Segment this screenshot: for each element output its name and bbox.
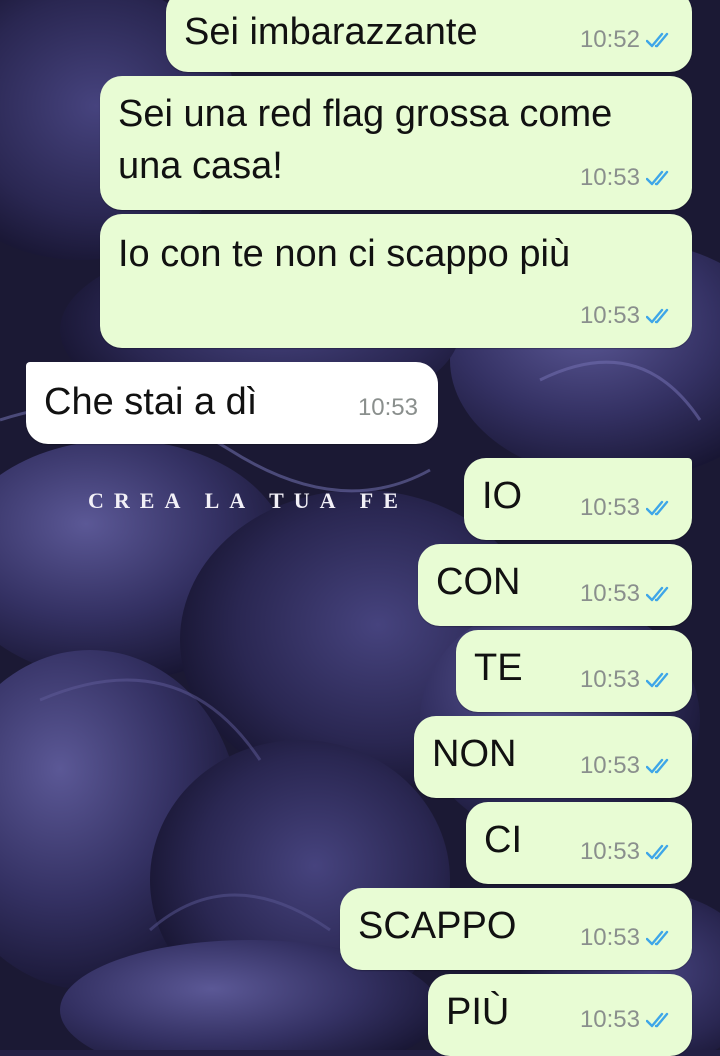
message-time: 10:53 — [579, 924, 640, 951]
message-bubble-outgoing[interactable]: TE 10:53 — [456, 630, 692, 712]
double-check-read-icon — [646, 32, 669, 48]
message-meta: 10:53 — [580, 828, 676, 876]
double-check-read-icon — [646, 586, 669, 602]
message-text: IO — [482, 475, 523, 517]
message-meta: 10:53 — [580, 570, 676, 618]
double-check-read-icon — [646, 672, 669, 688]
message-text-line-2: una casa! — [118, 145, 283, 187]
message-text: Io con te non ci scappo più — [118, 233, 571, 275]
message-time: 10:53 — [357, 394, 418, 421]
message-bubble-outgoing[interactable]: CI 10:53 — [466, 802, 692, 884]
message-meta: 10:53 — [580, 996, 676, 1044]
message-bubble-outgoing[interactable]: Sei imbarazzante 10:52 — [166, 0, 692, 72]
message-text: CI — [484, 819, 522, 861]
message-text: TE — [474, 647, 523, 689]
message-bubble-outgoing[interactable]: NON 10:53 — [414, 716, 692, 798]
message-meta: 10:53 — [580, 292, 676, 340]
message-text: Che stai a dì — [44, 381, 258, 423]
message-text: SCAPPO — [358, 905, 517, 947]
wallpaper-watermark-text: CREA LA TUA FE — [88, 488, 408, 513]
message-meta: 10:53 — [358, 384, 418, 432]
double-check-read-icon — [646, 844, 669, 860]
message-text: PIÙ — [446, 991, 510, 1033]
message-meta: 10:52 — [580, 16, 676, 64]
message-bubble-incoming[interactable]: Che stai a dì 10:53 — [26, 362, 438, 444]
message-bubble-outgoing[interactable]: SCAPPO 10:53 — [340, 888, 692, 970]
message-meta: 10:53 — [580, 742, 676, 790]
double-check-read-icon — [646, 930, 669, 946]
message-time: 10:53 — [579, 1006, 640, 1033]
message-time: 10:53 — [579, 666, 640, 693]
message-time: 10:53 — [579, 838, 640, 865]
double-check-read-icon — [646, 758, 669, 774]
message-text: NON — [432, 733, 517, 775]
message-bubble-outgoing[interactable]: IO 10:53 — [464, 458, 692, 540]
message-time: 10:53 — [579, 302, 640, 329]
message-meta: 10:53 — [580, 484, 676, 532]
message-time: 10:52 — [579, 26, 640, 53]
message-time: 10:53 — [579, 580, 640, 607]
message-bubble-outgoing[interactable]: Io con te non ci scappo più 10:53 — [100, 214, 692, 348]
message-time: 10:53 — [579, 494, 640, 521]
message-meta: 10:53 — [580, 914, 676, 962]
message-text: Sei imbarazzante — [184, 11, 478, 53]
double-check-read-icon — [646, 170, 669, 186]
message-text-line-1: Sei una red flag grossa come — [118, 93, 613, 135]
message-bubble-outgoing[interactable]: CON 10:53 — [418, 544, 692, 626]
message-time: 10:53 — [579, 164, 640, 191]
double-check-read-icon — [646, 500, 669, 516]
message-meta: 10:53 — [580, 656, 676, 704]
message-bubble-outgoing[interactable]: Sei una red flag grossa come una casa! 1… — [100, 76, 692, 210]
message-bubble-outgoing[interactable]: PIÙ 10:53 — [428, 974, 692, 1056]
message-text: CON — [436, 561, 521, 603]
message-time: 10:53 — [579, 752, 640, 779]
double-check-read-icon — [646, 1012, 669, 1028]
message-meta: 10:53 — [580, 154, 676, 202]
double-check-read-icon — [646, 308, 669, 324]
